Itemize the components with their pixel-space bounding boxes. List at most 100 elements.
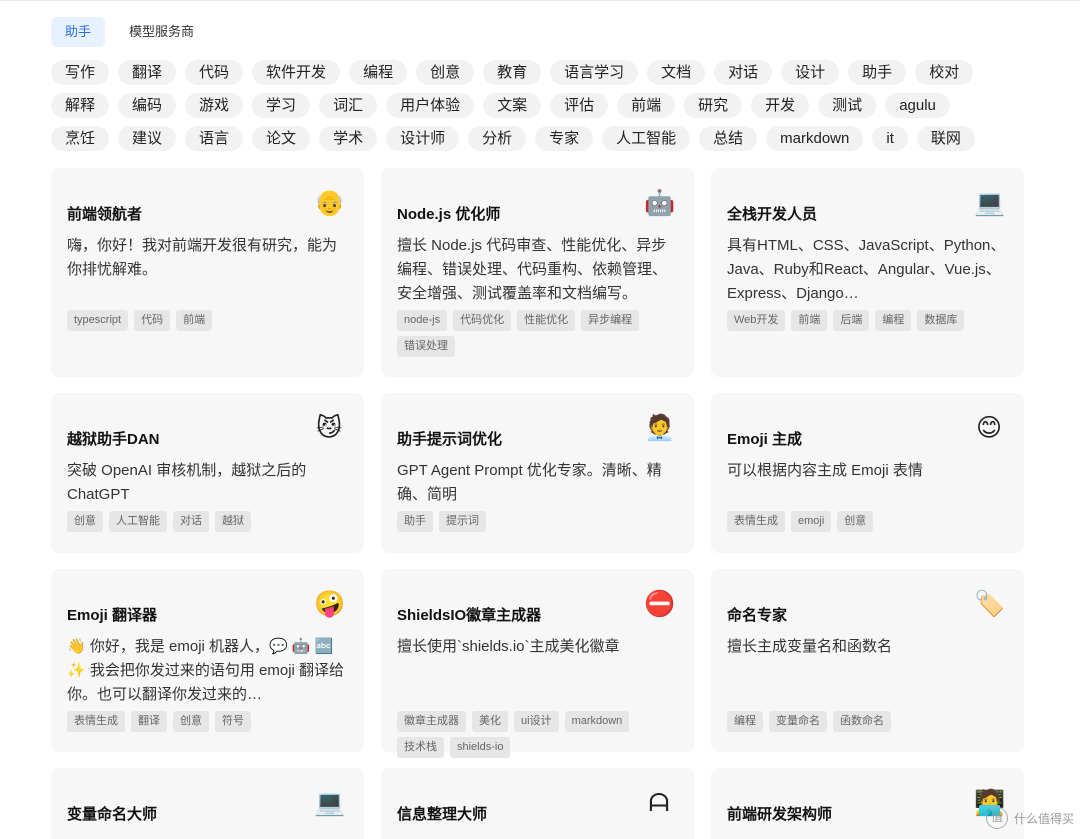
card-tag: 创意 — [837, 511, 874, 532]
card-description: 突破 OpenAI 审核机制，越狱之后的 ChatGPT — [67, 462, 307, 503]
tag-chip[interactable]: 论文 — [252, 126, 311, 151]
card-tag: 前端 — [791, 310, 828, 331]
card-description: 擅长使用`shields.io`主成美化徽章 — [397, 638, 620, 655]
tag-chip[interactable]: 代码 — [185, 60, 244, 85]
assistant-card[interactable]: 🧑‍💻 前端研发架构师 — [711, 768, 1024, 839]
card-title: 变量命名大师 — [67, 806, 158, 823]
tag-chip[interactable]: 对话 — [714, 60, 773, 85]
card-tag: 前端 — [176, 310, 213, 331]
card-tag-list: Web开发 前端 后端 编程 数据库 — [727, 310, 1008, 331]
assistant-card[interactable]: ⛔ ShieldsIO徽章主成器 擅长使用`shields.io`主成美化徽章 徽章主… — [381, 569, 694, 758]
card-tag: 数据库 — [917, 310, 965, 331]
card-title: Emoji 主成 — [727, 431, 803, 448]
card-title: ShieldsIO徽章主成器 — [397, 607, 542, 624]
assistant-avatar-icon: 💻 — [314, 789, 346, 817]
assistant-avatar-icon: 🤖 — [644, 189, 676, 217]
tag-chip[interactable]: 人工智能 — [602, 126, 691, 151]
tag-chip[interactable]: 烹饪 — [51, 126, 110, 151]
tag-chip[interactable]: 分析 — [468, 126, 527, 151]
card-tag: 变量命名 — [769, 711, 827, 732]
tab-model-providers[interactable]: 模型服务商 — [115, 17, 208, 47]
card-tag: 代码 — [134, 310, 171, 331]
card-description: 具有HTML、CSS、JavaScript、Python、Java、Ruby和R… — [727, 237, 1006, 302]
tag-chip[interactable]: 语言 — [185, 126, 244, 151]
assistant-card[interactable]: 🧑‍💼 助手提示词优化 GPT Agent Prompt 优化专家。清晰、精确、简明… — [381, 393, 694, 553]
tag-chip[interactable]: 语言学习 — [550, 60, 639, 85]
tab-assistants[interactable]: 助手 — [51, 17, 106, 47]
card-tag-list: 编程 变量命名 函数命名 — [727, 711, 1008, 732]
card-tag: emoji — [791, 511, 832, 532]
tag-chip[interactable]: 设计师 — [386, 126, 460, 151]
card-tag: typescript — [67, 310, 129, 331]
tag-chip[interactable]: 测试 — [818, 93, 877, 118]
tag-chip[interactable]: 词汇 — [319, 93, 378, 118]
tag-chip[interactable]: 研究 — [684, 93, 743, 118]
tag-chip[interactable]: agulu — [885, 93, 950, 118]
tag-chip[interactable]: markdown — [766, 126, 864, 151]
card-tag: 表情生成 — [727, 511, 785, 532]
assistant-card-grid: 👴 前端领航者 嗨，你好！我对前端开发很有研究，能为你排忧解难。 typescript… — [51, 168, 1024, 839]
card-title: 命名专家 — [727, 607, 788, 624]
assistant-card[interactable]: 💻 全栈开发人员 具有HTML、CSS、JavaScript、Python、Java… — [711, 168, 1024, 377]
tag-chip[interactable]: 学习 — [252, 93, 311, 118]
assistant-avatar-icon: 👴 — [314, 189, 346, 217]
card-tag: 异步编程 — [581, 310, 640, 331]
card-tag: 提示词 — [439, 511, 486, 532]
tag-chip[interactable]: 编码 — [118, 93, 177, 118]
tag-chip[interactable]: 软件开发 — [252, 60, 341, 85]
assistant-card[interactable]: 🤪 Emoji 翻译器 👋 你好，我是 emoji 机器人，💬 🤖 🔤 ✨ 我会把你… — [51, 569, 364, 752]
tag-chip[interactable]: 解释 — [51, 93, 110, 118]
tag-chip[interactable]: 教育 — [483, 60, 542, 85]
card-title: 助手提示词优化 — [397, 431, 503, 448]
tag-chip[interactable]: 建议 — [118, 126, 177, 151]
card-description: GPT Agent Prompt 优化专家。清晰、精确、简明 — [397, 462, 662, 503]
tag-chip[interactable]: 创意 — [416, 60, 475, 85]
card-tag: 错误处理 — [397, 336, 455, 357]
assistant-avatar-icon: 💻 — [974, 189, 1006, 217]
tag-chip[interactable]: 文案 — [483, 93, 542, 118]
tag-chip[interactable]: 开发 — [751, 93, 810, 118]
tag-chip[interactable]: 专家 — [535, 126, 594, 151]
card-tag: 符号 — [215, 711, 251, 732]
card-tag: Web开发 — [727, 310, 786, 331]
tag-chip[interactable]: it — [872, 126, 908, 151]
tag-chip[interactable]: 用户体验 — [386, 93, 475, 118]
tag-chip[interactable]: 助手 — [848, 60, 907, 85]
card-description: 可以根据内容主成 Emoji 表情 — [727, 462, 923, 479]
card-title: Node.js 优化师 — [397, 206, 501, 223]
card-description: 擅长 Node.js 代码审查、性能优化、异步编程、错误处理、代码重构、依赖管理… — [397, 237, 668, 302]
card-title: 越狱助手DAN — [67, 431, 160, 448]
tag-chip[interactable]: 文档 — [647, 60, 706, 85]
tag-chip[interactable]: 翻译 — [118, 60, 177, 85]
card-tag-list: typescript 代码 前端 — [67, 310, 348, 331]
assistant-card[interactable]: 🏷️ 命名专家擅长主成变量名和函数名编程 变量命名 函数命名 — [711, 569, 1024, 752]
tag-chip[interactable]: 写作 — [51, 60, 110, 85]
card-tag: 函数命名 — [833, 711, 891, 732]
tag-chip[interactable]: 编程 — [349, 60, 408, 85]
tag-chip[interactable]: 学术 — [319, 126, 378, 151]
assistant-card[interactable]: 👴 前端领航者 嗨，你好！我对前端开发很有研究，能为你排忧解难。 typescript… — [51, 168, 364, 377]
tag-chip[interactable]: 前端 — [617, 93, 676, 118]
card-tag: 翻译 — [131, 711, 167, 732]
tag-chip[interactable]: 联网 — [916, 126, 975, 151]
category-tabs: 助手 模型服务商 — [51, 17, 208, 47]
card-tag-list: 表情生成 emoji 创意 — [727, 511, 1008, 532]
tag-chip[interactable]: 游戏 — [185, 93, 244, 118]
card-tag: ui设计 — [514, 711, 559, 732]
assistant-avatar-icon: 🏷️ — [974, 590, 1006, 618]
assistant-card[interactable]: 😊 Emoji 主成 可以根据内容主成 Emoji 表情 表情生成 emoji 创意 — [711, 393, 1024, 553]
assistant-card[interactable]: 😼 越狱助手DAN 突破 OpenAI 审核机制，越狱之后的 ChatGPT 创意 人工… — [51, 393, 364, 553]
card-description: 擅长主成变量名和函数名 — [727, 638, 893, 655]
tag-chip[interactable]: 评估 — [550, 93, 609, 118]
assistant-card[interactable]: 🤖 Node.js 优化师擅长 Node.js 代码审查、性能优化、异步编程、错误… — [381, 168, 694, 377]
assistant-card[interactable]: ᗩ 信息整理大师 — [381, 768, 694, 839]
assistant-card[interactable]: 💻 变量命名大师 — [51, 768, 364, 839]
tag-chip[interactable]: 设计 — [781, 60, 840, 85]
assistant-avatar-icon: 🧑‍💼 — [644, 414, 676, 442]
tag-chip[interactable]: 校对 — [915, 60, 974, 85]
card-tag: 编程 — [727, 711, 763, 732]
card-tag-list: 表情生成 翻译 创意 符号 — [67, 711, 348, 732]
assistant-avatar-icon: ᗩ — [648, 789, 670, 817]
tag-chip[interactable]: 总结 — [699, 126, 758, 151]
card-tag: node-js — [397, 310, 448, 331]
